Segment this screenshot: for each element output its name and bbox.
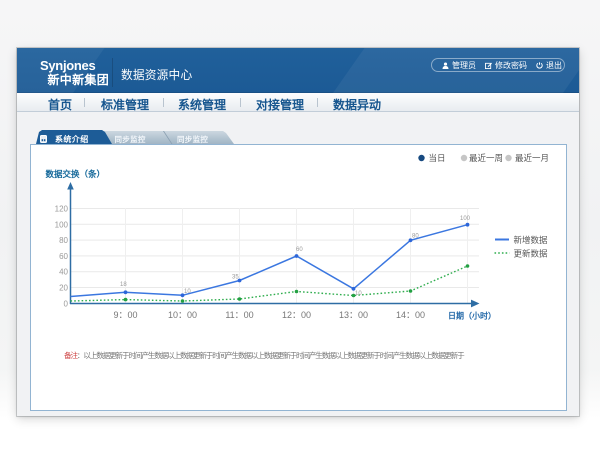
svg-text:10：00: 10：00 [167, 310, 196, 320]
svg-text:9：00: 9：00 [113, 310, 137, 320]
svg-text:0: 0 [63, 299, 68, 308]
svg-text:10: 10 [355, 291, 362, 297]
svg-text:80: 80 [412, 234, 419, 240]
svg-text:60: 60 [59, 252, 68, 261]
svg-text:60: 60 [296, 247, 303, 253]
svg-text:12：00: 12：00 [281, 310, 310, 320]
svg-text:18: 18 [120, 282, 127, 288]
svg-text:20: 20 [59, 284, 68, 293]
svg-text:13：00: 13：00 [338, 310, 367, 320]
svg-text:40: 40 [59, 268, 68, 277]
svg-text:10: 10 [184, 289, 191, 295]
svg-text:80: 80 [59, 236, 68, 245]
svg-text:新增数据: 新增数据 [513, 235, 548, 245]
svg-text:11：00: 11：00 [225, 310, 253, 320]
svg-text:当日: 当日 [428, 153, 445, 163]
svg-text:最近一周: 最近一周 [469, 153, 503, 163]
svg-text:120: 120 [54, 205, 68, 214]
svg-text:14：00: 14：00 [395, 310, 424, 320]
svg-text:更新数据: 更新数据 [513, 249, 548, 259]
svg-text:最近一月: 最近一月 [515, 153, 549, 163]
svg-text:100: 100 [460, 216, 471, 222]
svg-text:100: 100 [54, 220, 68, 229]
svg-text:日期（小时）: 日期（小时） [448, 311, 496, 321]
svg-text:35: 35 [232, 275, 239, 281]
svg-text:数据交换（条）: 数据交换（条） [45, 169, 105, 179]
